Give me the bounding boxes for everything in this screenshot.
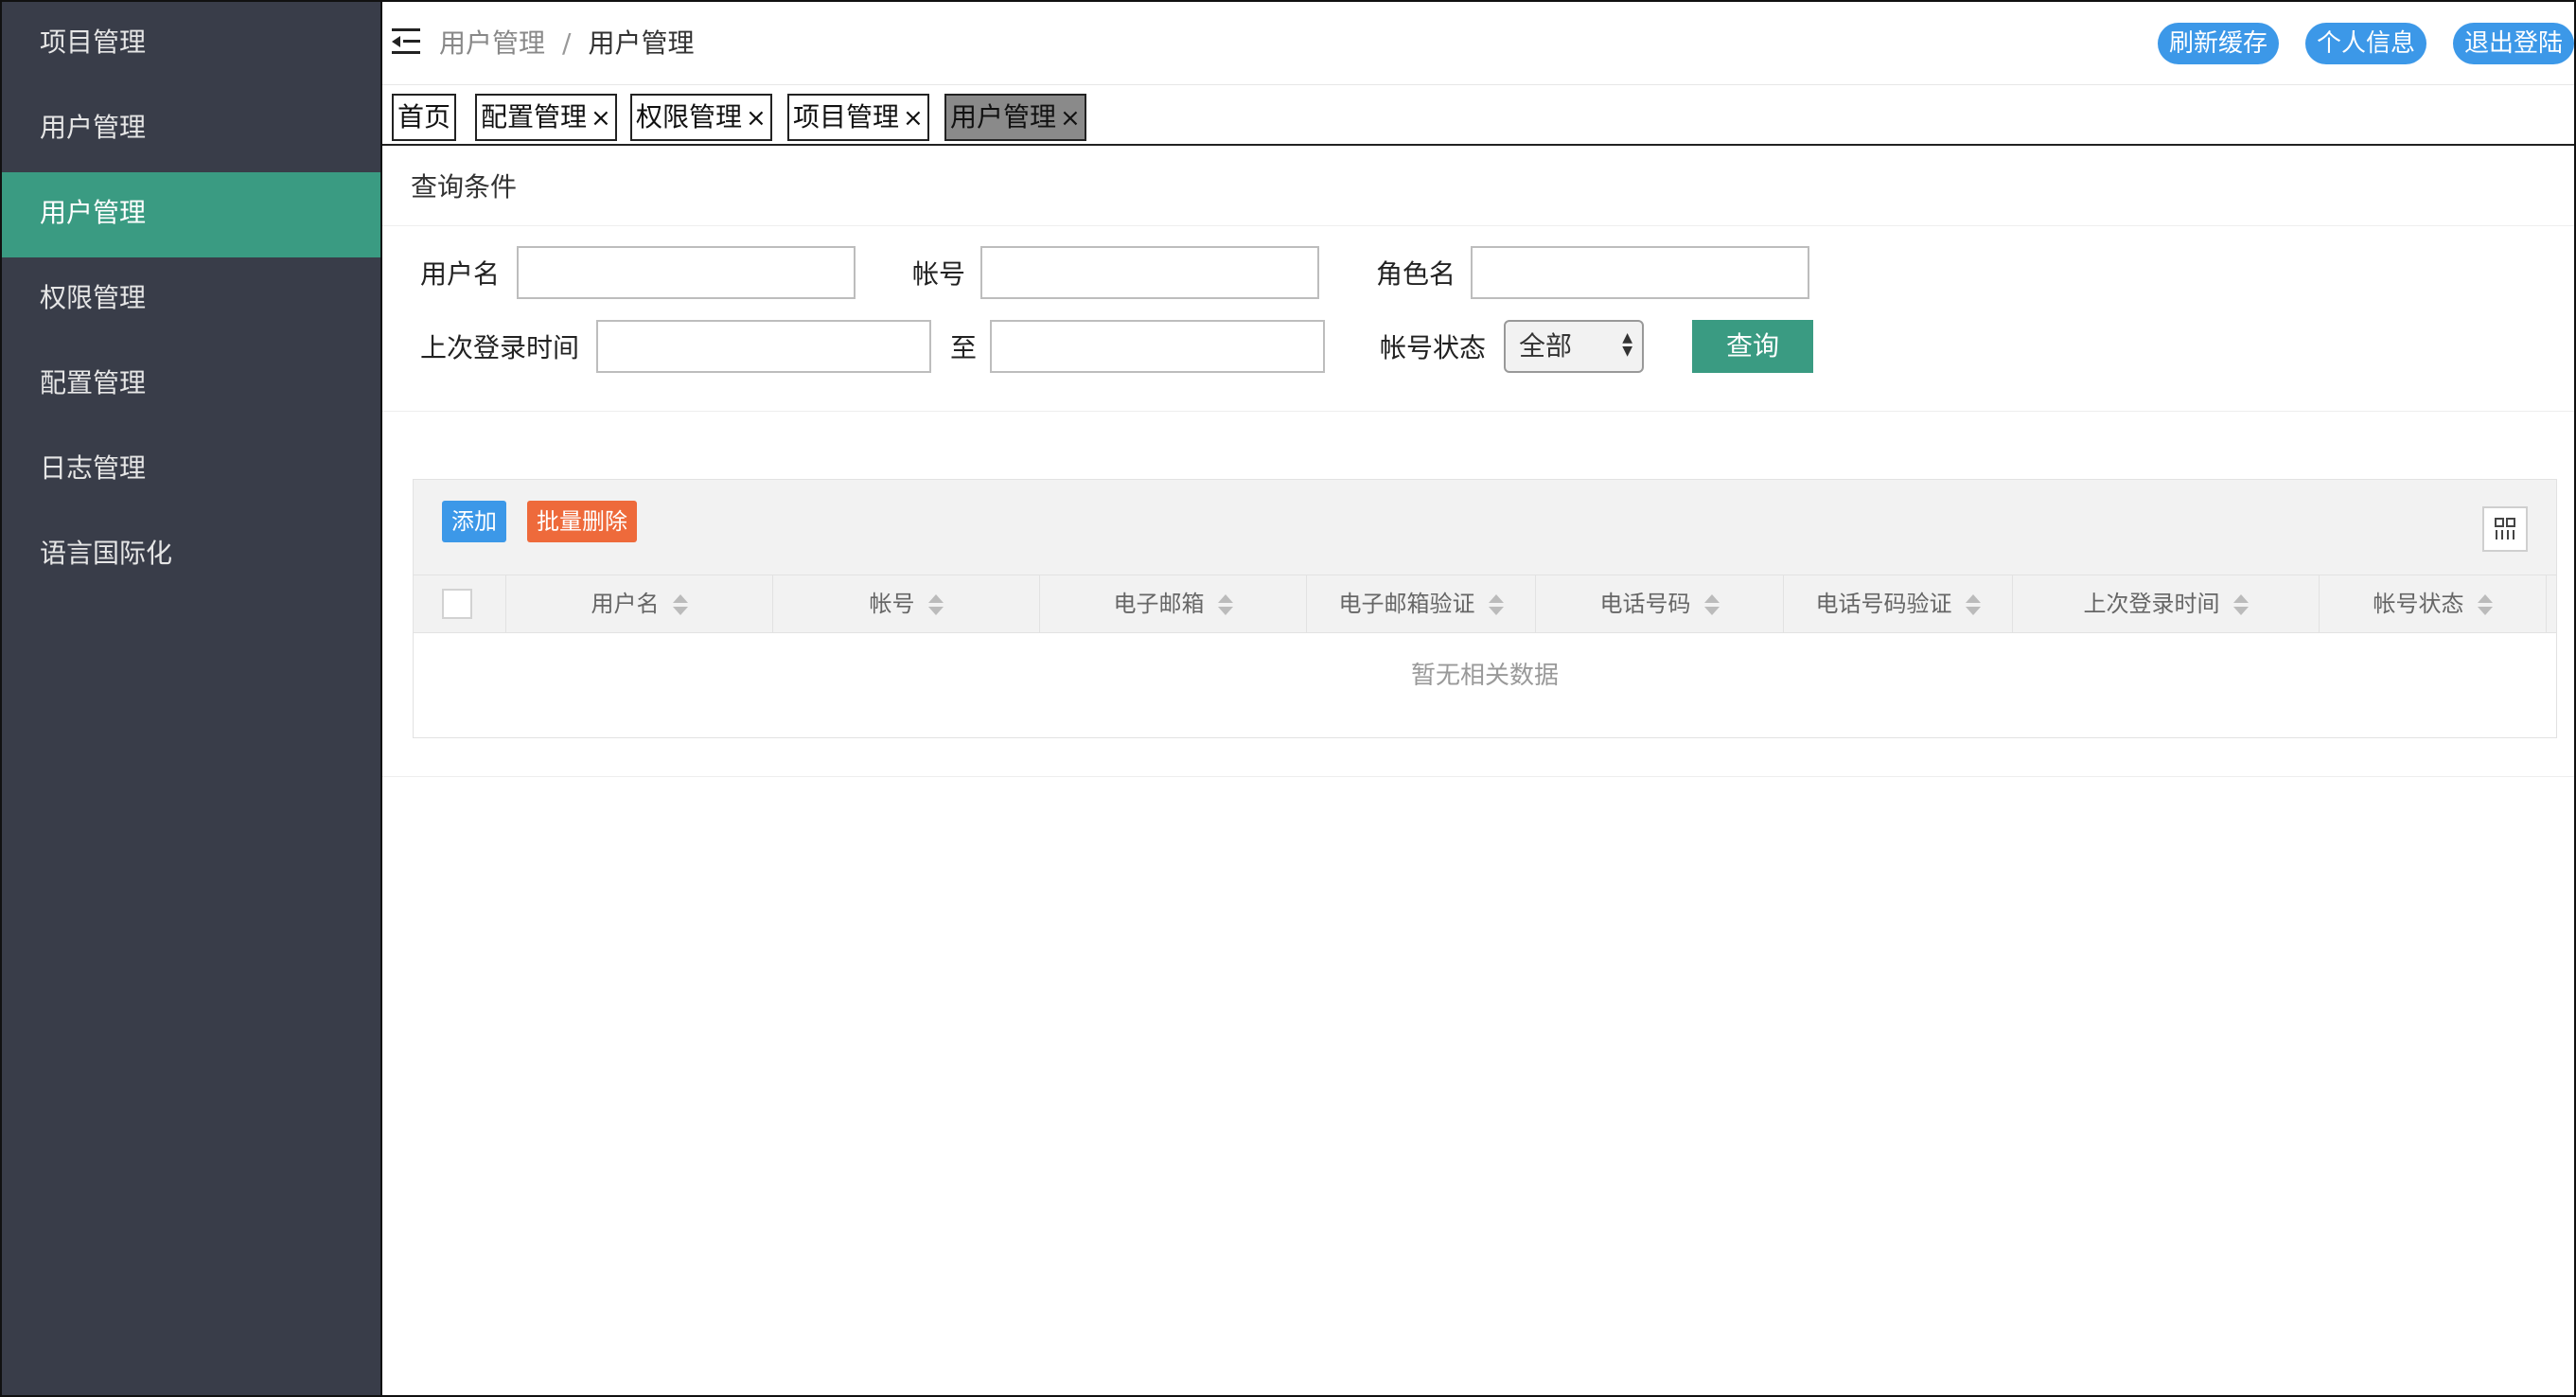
main-content: 用户管理 / 用户管理 刷新缓存 个人信息 退出登陆 首页 配置管理 × 权限管理 × 项目… [380,0,2576,1397]
close-icon[interactable]: × [746,97,767,140]
sidebar-item-user-management-active[interactable]: 用户管理 [2,172,380,257]
tab-config-management[interactable]: 配置管理 × [475,94,617,141]
username-label: 用户名 [420,258,501,290]
query-panel-title: 查询条件 [411,171,518,203]
refresh-cache-button[interactable]: 刷新缓存 [2157,23,2279,64]
select-column-header [414,575,506,632]
tab-bar: 首页 配置管理 × 权限管理 × 项目管理 × 用户管理 × [382,85,2574,146]
table-toolbar: 添加 批量删除 [414,480,2556,575]
sidebar-item-log-management[interactable]: 日志管理 [2,428,380,513]
sidebar: 项目管理 用户管理 用户管理 权限管理 配置管理 日志管理 语言国际化 [0,0,380,1397]
account-input[interactable] [980,246,1319,299]
column-header-phone[interactable]: 电话号码 [1536,575,1784,632]
top-bar: 用户管理 / 用户管理 刷新缓存 个人信息 退出登陆 [382,2,2574,85]
column-label: 电话号码 [1599,591,1691,617]
column-label: 上次登录时间 [2083,591,2220,617]
column-header-account[interactable]: 帐号 [773,575,1040,632]
top-actions: 刷新缓存 个人信息 退出登陆 [2131,23,2574,64]
sort-icon[interactable] [1965,593,1981,616]
tab-label: 项目管理 [793,101,900,133]
select-all-checkbox[interactable] [442,589,472,619]
sidebar-item-user-management[interactable]: 用户管理 [2,87,380,172]
sidebar-item-project-management[interactable]: 项目管理 [2,2,380,87]
divider [382,225,2574,226]
column-header-email-verified[interactable]: 电子邮箱验证 [1307,575,1536,632]
breadcrumb-current: 用户管理 [588,27,695,59]
account-status-label: 帐号状态 [1380,332,1487,363]
logout-button[interactable]: 退出登陆 [2452,23,2574,64]
profile-button[interactable]: 个人信息 [2304,23,2426,64]
tab-permission-management[interactable]: 权限管理 × [630,94,772,141]
columns-grid-icon[interactable] [2482,506,2528,552]
role-input[interactable] [1471,246,1809,299]
sort-icon[interactable] [927,593,944,616]
column-label: 电子邮箱 [1113,591,1205,617]
column-header-account-status[interactable]: 帐号状态 [2320,575,2547,632]
table-header: 用户名 帐号 电子邮箱 电子邮箱验证 电话号码 电话号码验证 上次登录时间 帐号… [414,575,2556,633]
sort-icon[interactable] [672,593,688,616]
tab-home[interactable]: 首页 [392,94,457,141]
close-icon[interactable]: × [1060,97,1081,140]
query-button[interactable]: 查询 [1692,320,1813,373]
divider [382,411,2574,412]
add-button[interactable]: 添加 [442,501,506,542]
column-label: 帐号 [869,591,915,617]
sort-icon[interactable] [1703,593,1720,616]
close-icon[interactable]: × [903,97,924,140]
sidebar-item-config-management[interactable]: 配置管理 [2,343,380,428]
divider [382,776,2574,777]
tab-project-management[interactable]: 项目管理 × [787,94,929,141]
sort-icon[interactable] [1488,593,1504,616]
column-header-phone-verified[interactable]: 电话号码验证 [1784,575,2013,632]
tab-label: 首页 [397,101,451,133]
column-header-username[interactable]: 用户名 [506,575,773,632]
tab-label: 权限管理 [636,101,743,133]
account-label: 帐号 [912,258,966,290]
role-label: 角色名 [1376,258,1456,290]
sort-icon[interactable] [2232,593,2249,616]
tab-label: 配置管理 [481,101,588,133]
column-label: 用户名 [591,591,660,617]
breadcrumb-separator: / [562,27,572,59]
batch-delete-button[interactable]: 批量删除 [527,501,637,542]
close-icon[interactable]: × [591,97,611,140]
last-login-from-input[interactable] [596,320,931,373]
last-login-to-input[interactable] [990,320,1325,373]
empty-state-text: 暂无相关数据 [1410,662,1559,690]
table-panel: 添加 批量删除 用户名 帐号 电子邮箱 电子邮箱验证 电话号码 电话号码验证 上… [413,479,2557,738]
tab-label: 用户管理 [950,101,1057,133]
range-to-label: 至 [950,332,978,363]
account-status-select[interactable]: 全部 ▲ ▼ [1504,320,1644,373]
breadcrumb: 用户管理 / 用户管理 [439,23,694,61]
indent-menu-icon[interactable] [392,28,422,55]
breadcrumb-item[interactable]: 用户管理 [439,27,545,59]
select-value: 全部 [1519,330,1573,362]
tab-user-management[interactable]: 用户管理 × [944,94,1086,141]
column-label: 帐号状态 [2373,591,2464,617]
column-label: 电话号码验证 [1815,591,1952,617]
username-input[interactable] [517,246,856,299]
column-header-email[interactable]: 电子邮箱 [1040,575,1307,632]
column-header-last-login[interactable]: 上次登录时间 [2013,575,2320,632]
select-arrows-icon: ▲ ▼ [1622,330,1632,359]
sidebar-item-i18n[interactable]: 语言国际化 [2,513,380,598]
sort-icon[interactable] [1217,593,1233,616]
column-label: 电子邮箱验证 [1338,591,1475,617]
sort-icon[interactable] [2477,593,2493,616]
sidebar-item-permission-management[interactable]: 权限管理 [2,257,380,343]
last-login-label: 上次登录时间 [420,332,580,363]
